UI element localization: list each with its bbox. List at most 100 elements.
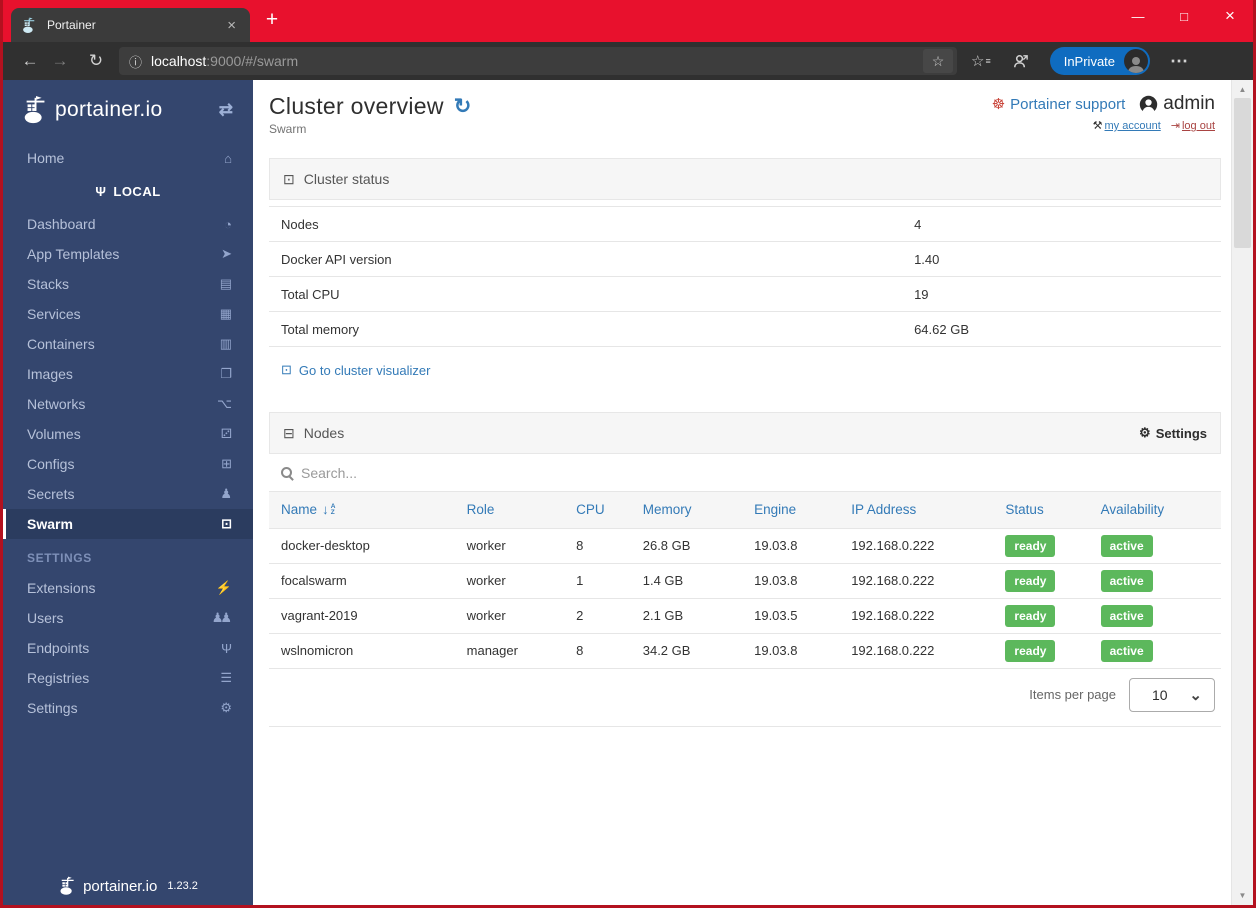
column-header-memory[interactable]: Memory xyxy=(630,492,743,529)
sidebar-item-swarm[interactable]: Swarm ⊡ xyxy=(3,509,253,539)
sidebar-item-settings[interactable]: Settings ⚙ xyxy=(3,693,253,723)
browser-menu-icon[interactable]: ⋯ xyxy=(1170,51,1188,72)
sidebar-item-label: Containers xyxy=(27,336,95,352)
sidebar: portainer.io ⇄ Home ⌂ Ψ LOCAL Dashboard … xyxy=(3,80,253,905)
sidebar-logo-text: portainer.io xyxy=(55,98,163,121)
sidebar-item-label: Secrets xyxy=(27,486,75,502)
sidebar-item-volumes[interactable]: Volumes ⚂ xyxy=(3,419,253,449)
sidebar-collapse-icon[interactable]: ⇄ xyxy=(219,100,233,120)
back-icon[interactable]: ← xyxy=(15,51,45,71)
sidebar-item-label: Configs xyxy=(27,456,75,472)
node-name-link[interactable]: focalswarm xyxy=(269,563,455,599)
page-title: Cluster overview xyxy=(269,93,444,119)
node-role: worker xyxy=(454,598,565,634)
nodes-settings-button[interactable]: ⚙ Settings xyxy=(1139,425,1207,441)
node-availability: active xyxy=(1088,598,1221,634)
sidebar-item-configs[interactable]: Configs ⊞ xyxy=(3,449,253,479)
user-menu[interactable]: admin xyxy=(1139,93,1215,115)
sidebar-item-label: Volumes xyxy=(27,426,81,442)
portainer-logo-icon xyxy=(60,876,74,895)
column-header-name[interactable]: Name ↓ A Z xyxy=(269,492,455,529)
sidebar-item-users[interactable]: Users ♟♟ xyxy=(3,603,253,633)
scroll-down-icon[interactable]: ▼ xyxy=(1232,886,1253,905)
sidebar-item-label: Networks xyxy=(27,396,86,412)
sidebar-item-images[interactable]: Images ❐ xyxy=(3,359,253,389)
my-account-link[interactable]: ⚒ my account xyxy=(1093,119,1161,132)
column-header-cpu[interactable]: CPU xyxy=(564,492,631,529)
items-per-page-select[interactable]: 10 ⌄ xyxy=(1129,677,1215,712)
new-tab-button[interactable]: + xyxy=(259,8,285,32)
url-text: localhost:9000/#/swarm xyxy=(151,53,298,69)
add-favorite-star-icon[interactable]: ☆ xyxy=(923,49,953,73)
nodes-header: ⊟ Nodes ⚙ Settings xyxy=(269,412,1221,454)
browser-toolbar: ← → ↻ ⓘ localhost:9000/#/swarm ☆ ☆ ≡ InPr… xyxy=(3,42,1253,80)
nodes-table: Name ↓ A Z Role CPU Memory Engine IP Addres… xyxy=(269,492,1221,669)
forward-icon[interactable]: → xyxy=(45,51,75,71)
column-header-role[interactable]: Role xyxy=(454,492,565,529)
sidebar-item-label: Endpoints xyxy=(27,640,90,656)
nodes-panel: ⊟ Nodes ⚙ Settings Search... Name ↓ A Z … xyxy=(269,412,1221,727)
sidebar-item-networks[interactable]: Networks ⌥ xyxy=(3,389,253,419)
plug-icon: Ψ xyxy=(95,183,107,199)
tab-title: Portainer xyxy=(47,18,96,32)
log-out-link[interactable]: ⇥ log out xyxy=(1171,119,1215,132)
file-icon: ⊞ xyxy=(221,456,232,471)
column-header-engine[interactable]: Engine xyxy=(742,492,840,529)
object-group-icon: ⊡ xyxy=(281,362,292,377)
scroll-up-icon[interactable]: ▲ xyxy=(1232,80,1253,99)
node-status: ready xyxy=(993,563,1089,599)
tab-close-icon[interactable]: × xyxy=(223,17,240,34)
close-button[interactable]: × xyxy=(1207,0,1253,32)
refresh-icon[interactable]: ↻ xyxy=(454,94,472,119)
sidebar-item-services[interactable]: Services ▦ xyxy=(3,299,253,329)
cluster-visualizer-link[interactable]: ⊡ Go to cluster visualizer xyxy=(269,347,1221,398)
life-ring-icon: ☸ xyxy=(991,96,1006,113)
node-name-link[interactable]: vagrant-2019 xyxy=(269,598,455,634)
sidebar-item-app-templates[interactable]: App Templates ➤ xyxy=(3,239,253,269)
sidebar-item-home[interactable]: Home ⌂ xyxy=(3,143,253,173)
sidebar-endpoint-local[interactable]: Ψ LOCAL xyxy=(3,173,253,209)
inprivate-badge[interactable]: InPrivate xyxy=(1049,47,1151,75)
node-status: ready xyxy=(993,633,1089,669)
row-value: 19 xyxy=(902,276,1221,312)
url-path: :9000/#/swarm xyxy=(206,53,299,69)
list-alt-icon: ▦ xyxy=(219,306,232,321)
node-name-link[interactable]: docker-desktop xyxy=(269,528,455,564)
column-header-ip[interactable]: IP Address xyxy=(839,492,994,529)
maximize-button[interactable]: □ xyxy=(1161,0,1207,32)
sidebar-item-registries[interactable]: Registries ☰ xyxy=(3,663,253,693)
site-info-icon[interactable]: ⓘ xyxy=(129,52,142,71)
cluster-status-panel: ⊡ Cluster status Nodes 4 Docker API vers… xyxy=(269,158,1221,398)
node-ip: 192.168.0.222 xyxy=(839,563,994,599)
profile-share-icon[interactable] xyxy=(1011,52,1030,71)
sidebar-item-secrets[interactable]: Secrets ♟ xyxy=(3,479,253,509)
column-header-availability[interactable]: Availability xyxy=(1088,492,1221,529)
row-value: 1.40 xyxy=(902,241,1221,277)
toolbar-right: ☆ ≡ InPrivate ⋯ xyxy=(971,47,1188,75)
node-memory: 1.4 GB xyxy=(630,563,743,599)
sidebar-item-stacks[interactable]: Stacks ▤ xyxy=(3,269,253,299)
page-scrollbar[interactable]: ▲ ▼ xyxy=(1231,80,1253,905)
minimize-button[interactable]: — xyxy=(1115,0,1161,32)
sidebar-item-extensions[interactable]: Extensions ⚡ xyxy=(3,573,253,603)
sidebar-item-endpoints[interactable]: Endpoints Ψ xyxy=(3,633,253,663)
scrollbar-thumb[interactable] xyxy=(1234,98,1251,248)
address-bar[interactable]: ⓘ localhost:9000/#/swarm ☆ xyxy=(119,47,957,75)
browser-tab[interactable]: Portainer × xyxy=(11,8,250,42)
table-row: wslnomicron manager 8 34.2 GB 19.03.8 19… xyxy=(269,633,1221,669)
row-label: Total memory xyxy=(269,311,903,347)
search-icon xyxy=(281,467,292,478)
row-value: 64.62 GB xyxy=(902,311,1221,347)
sidebar-item-dashboard[interactable]: Dashboard ◔ xyxy=(3,209,253,239)
column-header-status[interactable]: Status xyxy=(993,492,1089,529)
search-input[interactable] xyxy=(301,464,1209,481)
sidebar-item-label: Settings xyxy=(27,700,78,716)
sidebar-item-containers[interactable]: Containers ▥ xyxy=(3,329,253,359)
favorites-bar-icon[interactable]: ☆ ≡ xyxy=(971,52,991,70)
items-per-page-label: Items per page xyxy=(1029,687,1116,702)
sidebar-logo[interactable]: portainer.io ⇄ xyxy=(3,80,253,143)
availability-badge: active xyxy=(1100,534,1153,557)
portainer-support-link[interactable]: ☸ Portainer support xyxy=(991,95,1126,114)
node-name-link[interactable]: wslnomicron xyxy=(269,633,455,669)
reload-icon[interactable]: ↻ xyxy=(81,51,111,71)
